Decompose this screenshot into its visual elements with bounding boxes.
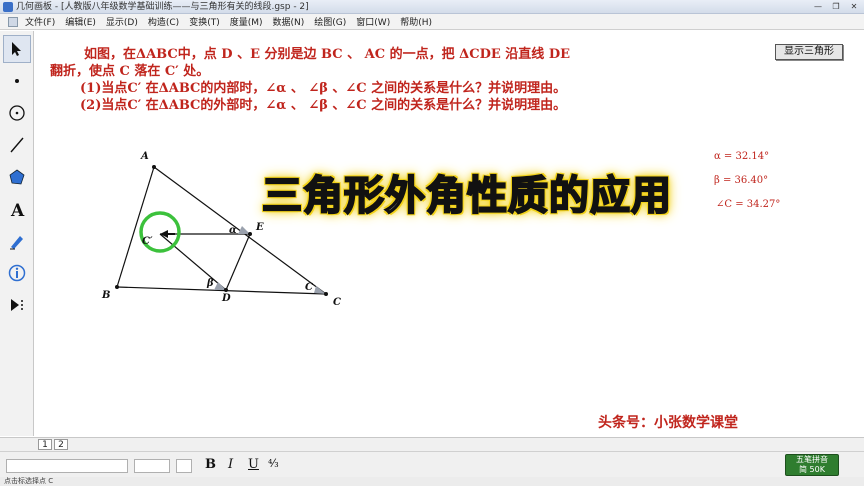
point-a[interactable]: [152, 165, 156, 169]
segment-de[interactable]: [225, 233, 251, 291]
ime-line-2: 简 50K: [799, 465, 825, 474]
font-select[interactable]: [6, 459, 128, 473]
app-window: 几何画板 - [人教版八年级数学基础训练——与三角形有关的线段.gsp - 2]…: [0, 0, 864, 486]
ime-line-1: 五笔拼音: [796, 455, 828, 464]
color-select[interactable]: [176, 459, 192, 473]
page-tab-2[interactable]: 2: [54, 439, 68, 450]
status-bar: 点击标选择点 C: [0, 477, 864, 486]
label-b: B: [102, 290, 111, 301]
fraction-button[interactable]: ⁴⁄₃: [268, 457, 279, 470]
page-tab-1[interactable]: 1: [38, 439, 52, 450]
point-d[interactable]: [224, 288, 228, 292]
label-c-prime: C′: [142, 236, 153, 247]
label-e: E: [256, 222, 264, 233]
label-d: D: [222, 293, 231, 304]
overlay-title: 三角形外角性质的应用: [261, 172, 672, 220]
pointer-cursor-icon: [160, 230, 175, 238]
point-e[interactable]: [248, 232, 252, 236]
label-a: A: [141, 151, 149, 162]
label-beta: β: [207, 278, 214, 289]
angle-c-mark: [314, 286, 326, 294]
italic-button[interactable]: I: [228, 457, 233, 472]
point-b[interactable]: [115, 285, 119, 289]
bold-button[interactable]: B: [205, 457, 216, 472]
label-c: C: [333, 297, 341, 308]
point-c[interactable]: [324, 292, 328, 296]
watermark: 头条号：小张数学课堂: [598, 415, 738, 431]
segment-ab[interactable]: [116, 166, 155, 288]
ime-indicator[interactable]: 五笔拼音 简 50K: [785, 454, 839, 476]
segment-dc-prime[interactable]: [159, 233, 227, 291]
measure-angle-c[interactable]: ∠C = 34.27°: [716, 199, 780, 210]
measure-alpha[interactable]: α = 32.14°: [714, 151, 769, 162]
underline-button[interactable]: U: [248, 457, 259, 472]
angle-beta-mark: [214, 282, 226, 290]
label-c-small: C: [305, 282, 313, 293]
label-alpha: α: [229, 225, 237, 236]
format-toolbar: B I U ⁴⁄₃: [0, 451, 864, 477]
measure-beta[interactable]: β = 36.40°: [714, 175, 768, 186]
font-size-select[interactable]: [134, 459, 170, 473]
page-tabs-bar: 1 2: [0, 437, 864, 451]
